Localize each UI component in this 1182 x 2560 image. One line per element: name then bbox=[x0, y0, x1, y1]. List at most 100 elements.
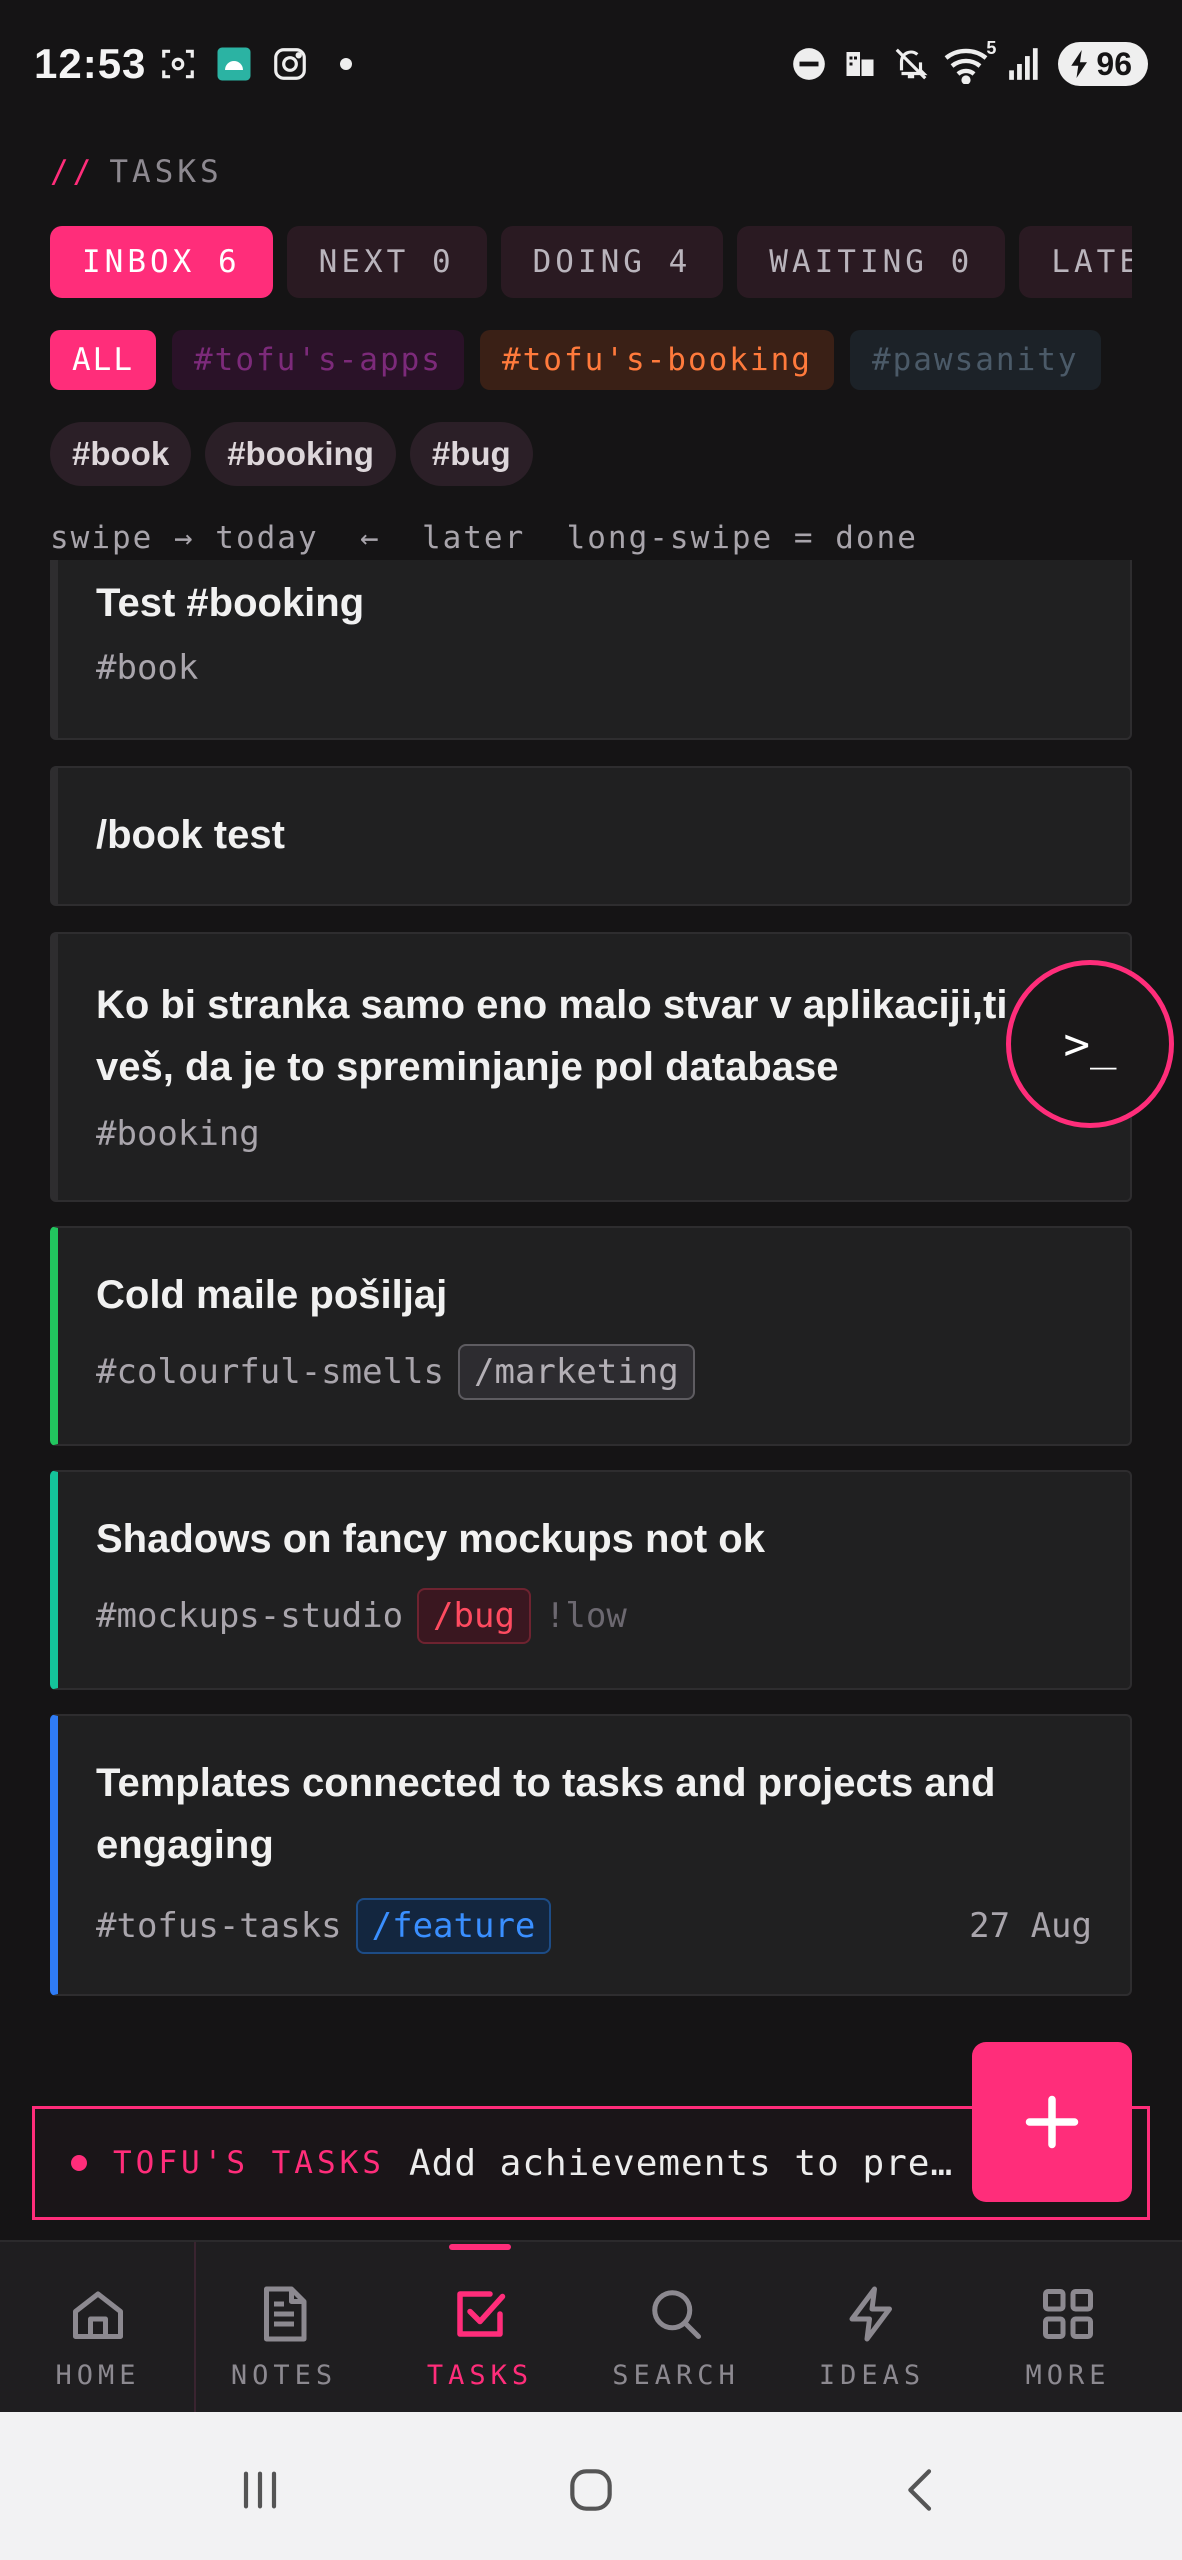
task-title: Ko bi stranka samo eno malo stvar v apli… bbox=[96, 974, 1007, 1098]
system-status-icons: 5 96 bbox=[790, 38, 1148, 86]
tag-chip-bug[interactable]: #bug bbox=[409, 422, 533, 486]
current-project-label: TOFU'S TASKS bbox=[113, 2145, 385, 2181]
recent-apps-button[interactable] bbox=[220, 2450, 300, 2530]
recent-apps-icon bbox=[243, 2471, 277, 2509]
notification-icons bbox=[158, 44, 366, 84]
nav-home[interactable]: HOME bbox=[0, 2242, 196, 2414]
task-card[interactable]: Cold maile pošiljaj #colourful-smells /m… bbox=[50, 1226, 1132, 1446]
task-title-line: veš, da je to spreminjanje pol database bbox=[96, 1045, 839, 1089]
bottom-navigation: HOME NOTES TASKS SEARCH IDEAS MORE bbox=[0, 2240, 1182, 2414]
charging-icon bbox=[1071, 50, 1088, 78]
tag-filter-chips: #book #booking #bug bbox=[50, 422, 533, 486]
project-tab-pawsanity[interactable]: #pawsanity bbox=[849, 330, 1101, 390]
swipe-hint: swipe → today ← later long-swipe = done bbox=[50, 520, 918, 556]
signal-icon bbox=[1009, 48, 1039, 80]
plus-icon bbox=[1025, 2095, 1079, 2149]
tab-later[interactable]: LATER bbox=[1019, 226, 1132, 298]
status-tabs: INBOX 6 NEXT 0 DOING 4 WAITING 0 LATER bbox=[50, 226, 1132, 298]
status-time: 12:53 bbox=[34, 40, 147, 87]
current-task-label: Add achievements to pre… bbox=[408, 2142, 954, 2184]
battery-indicator: 96 bbox=[1058, 42, 1148, 86]
mute-icon bbox=[896, 48, 928, 80]
task-title: Cold maile pošiljaj bbox=[96, 1273, 448, 1317]
task-tag: #booking bbox=[96, 1114, 260, 1154]
home-icon bbox=[66, 2282, 130, 2346]
task-card[interactable]: Test #booking #book bbox=[50, 560, 1132, 740]
grid-icon bbox=[1036, 2282, 1100, 2346]
project-tab-all[interactable]: ALL bbox=[50, 330, 156, 390]
task-tag: #mockups-studio bbox=[96, 1596, 404, 1636]
active-tab-indicator bbox=[449, 2244, 511, 2250]
task-tag: #tofus-tasks bbox=[96, 1906, 342, 1946]
add-task-button[interactable] bbox=[972, 2042, 1132, 2202]
task-title-line: engaging bbox=[96, 1823, 274, 1867]
data-saver-icon bbox=[846, 52, 874, 76]
lightning-icon bbox=[840, 2282, 904, 2346]
task-tag: #colourful-smells bbox=[96, 1352, 444, 1392]
status-bar: 12:53 5 96 bbox=[0, 0, 1182, 134]
tab-inbox[interactable]: INBOX 6 bbox=[50, 226, 273, 298]
nav-tasks[interactable]: TASKS bbox=[382, 2242, 578, 2414]
task-meta: #mockups-studio /bug !low bbox=[96, 1588, 627, 1644]
home-circle-icon bbox=[570, 2469, 612, 2511]
dot-icon bbox=[326, 44, 366, 84]
nav-notes[interactable]: NOTES bbox=[186, 2242, 382, 2414]
battery-level: 96 bbox=[1096, 45, 1132, 82]
project-filter-tabs: ALL #tofu's-apps #tofu's-booking #pawsan… bbox=[50, 330, 1132, 390]
tag-chip-book[interactable]: #book bbox=[50, 422, 192, 486]
home-button[interactable] bbox=[551, 2450, 631, 2530]
task-list[interactable]: Test #booking #book /book test Ko bi str… bbox=[50, 560, 1132, 2010]
tab-next[interactable]: NEXT 0 bbox=[286, 226, 487, 298]
wifi-icon: 5 bbox=[944, 38, 996, 85]
tag-chip-booking[interactable]: #booking bbox=[205, 422, 396, 486]
notes-icon bbox=[252, 2282, 316, 2346]
task-context-pill: /bug bbox=[417, 1588, 531, 1644]
task-card[interactable]: /book test bbox=[50, 766, 1132, 906]
task-context-pill: /marketing bbox=[458, 1344, 695, 1400]
nav-label: HOME bbox=[55, 2360, 141, 2391]
task-card[interactable]: Templates connected to tasks and project… bbox=[50, 1714, 1132, 1996]
back-icon bbox=[908, 2469, 932, 2511]
tab-doing[interactable]: DOING 4 bbox=[500, 226, 724, 298]
task-title: Templates connected to tasks and project… bbox=[96, 1752, 996, 1876]
terminal-button[interactable]: >_ bbox=[1006, 960, 1174, 1128]
task-card[interactable]: Shadows on fancy mockups not ok #mockups… bbox=[50, 1470, 1132, 1690]
back-button[interactable] bbox=[882, 2450, 962, 2530]
wifi-label: 5 bbox=[986, 38, 997, 58]
task-meta: #book bbox=[96, 648, 198, 688]
nav-search[interactable]: SEARCH bbox=[578, 2242, 774, 2414]
task-context-pill: /feature bbox=[355, 1898, 552, 1954]
title-text: TASKS bbox=[109, 154, 223, 190]
task-title: /book test bbox=[96, 813, 285, 857]
terminal-icon: >_ bbox=[1063, 1018, 1117, 1070]
system-navigation-bar bbox=[0, 2412, 1182, 2560]
nav-more[interactable]: MORE bbox=[970, 2242, 1166, 2414]
instagram-icon bbox=[270, 44, 310, 84]
task-title-line: Templates connected to tasks and project… bbox=[96, 1761, 996, 1805]
task-tag: #book bbox=[96, 648, 199, 688]
project-tab-tofus-booking[interactable]: #tofu's-booking bbox=[479, 330, 834, 390]
task-title-line: Ko bi stranka samo eno malo stvar v apli… bbox=[96, 983, 1008, 1027]
screenshot-icon bbox=[158, 44, 198, 84]
task-meta: #colourful-smells /marketing bbox=[96, 1344, 695, 1400]
nav-label: TASKS bbox=[426, 2360, 534, 2391]
task-meta: #booking bbox=[96, 1114, 260, 1154]
page-title: // TASKS bbox=[50, 154, 223, 190]
task-title: Shadows on fancy mockups not ok bbox=[96, 1517, 765, 1561]
nav-label: MORE bbox=[1025, 2360, 1111, 2391]
nav-label: SEARCH bbox=[612, 2360, 740, 2391]
do-not-disturb-icon bbox=[793, 48, 826, 80]
task-card[interactable]: Ko bi stranka samo eno malo stvar v apli… bbox=[50, 932, 1132, 1202]
task-due-date: 27 Aug bbox=[969, 1906, 1092, 1946]
android-icon bbox=[214, 44, 254, 84]
nav-ideas[interactable]: IDEAS bbox=[774, 2242, 970, 2414]
nav-label: NOTES bbox=[230, 2360, 338, 2391]
task-meta: #tofus-tasks /feature bbox=[96, 1898, 552, 1954]
nav-label: IDEAS bbox=[818, 2360, 926, 2391]
task-priority: !low bbox=[544, 1596, 627, 1636]
search-icon bbox=[644, 2282, 708, 2346]
tab-waiting[interactable]: WAITING 0 bbox=[737, 226, 1006, 298]
title-prefix: // bbox=[50, 154, 96, 190]
task-title: Test #booking bbox=[96, 581, 365, 625]
project-tab-tofus-apps[interactable]: #tofu's-apps bbox=[172, 330, 464, 390]
